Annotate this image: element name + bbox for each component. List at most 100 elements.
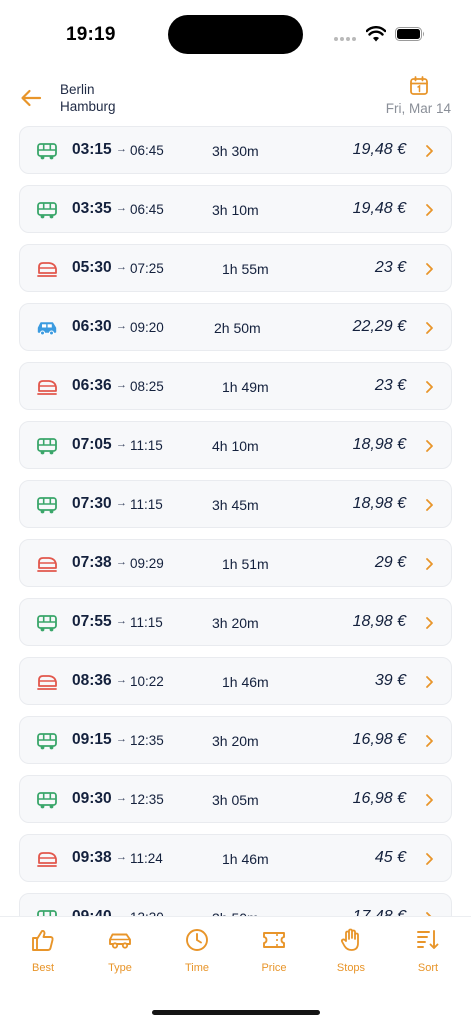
trip-duration: 3h 10m [212, 202, 259, 218]
route-summary: Berlin Hamburg [60, 81, 116, 115]
trip-price: 18,98 € [352, 436, 406, 453]
back-button[interactable] [18, 86, 44, 110]
arrival-time: 07:25 [130, 261, 164, 276]
departure-time: 09:38 [72, 849, 112, 866]
arrow-right-icon: → [116, 202, 127, 214]
tab-label: Sort [417, 962, 439, 974]
train-icon [36, 554, 58, 574]
departure-time: 09:30 [72, 790, 112, 807]
departure-time: 07:38 [72, 554, 112, 571]
departure-time: 06:36 [72, 377, 112, 394]
arrow-left-icon [21, 89, 42, 107]
arrow-right-icon: → [116, 320, 127, 332]
dynamic-island [168, 15, 303, 54]
travel-date: Fri, Mar 14 [385, 101, 451, 116]
trip-price: 39 € [374, 672, 406, 689]
arrival-time: 11:15 [130, 615, 163, 630]
trip-row[interactable]: 06:36 → 08:25 1h 49m 23 € [19, 362, 452, 410]
wifi-icon [366, 26, 386, 42]
header: Berlin Hamburg Fri, Mar 14 [0, 70, 471, 128]
origin-city: Berlin [60, 82, 95, 97]
arrival-time: 09:29 [130, 556, 164, 571]
tab-sort[interactable]: Sort [398, 927, 458, 987]
trip-duration: 1h 46m [222, 674, 269, 690]
departure-time: 03:15 [72, 141, 112, 158]
bus-icon [36, 613, 58, 633]
sort-icon [398, 927, 458, 953]
calendar-button[interactable] [409, 75, 429, 97]
arrival-time: 11:24 [130, 851, 163, 866]
chevron-right-icon [424, 380, 434, 394]
tab-label: Price [261, 962, 287, 974]
chevron-right-icon [424, 616, 434, 630]
departure-time: 07:55 [72, 613, 112, 630]
battery-icon [395, 27, 424, 41]
trip-row[interactable]: 07:38 → 09:29 1h 51m 29 € [19, 539, 452, 587]
trip-price: 16,98 € [352, 731, 406, 748]
arrival-time: 11:15 [130, 497, 163, 512]
trip-price: 19,48 € [352, 200, 406, 217]
trip-price: 45 € [374, 849, 406, 866]
bus-icon [36, 790, 58, 810]
trip-row[interactable]: 05:30 → 07:25 1h 55m 23 € [19, 244, 452, 292]
arrow-right-icon: → [116, 379, 127, 391]
departure-time: 03:35 [72, 200, 112, 217]
car-icon [36, 318, 58, 338]
trip-price: 23 € [374, 377, 406, 394]
bus-icon [36, 908, 58, 916]
hand-icon [321, 927, 381, 953]
departure-time: 07:30 [72, 495, 112, 512]
arrow-right-icon: → [116, 497, 127, 509]
bus-icon [36, 731, 58, 751]
trip-duration: 3h 20m [212, 615, 259, 631]
trip-row[interactable]: 03:15 → 06:45 3h 30m 19,48 € [19, 126, 452, 174]
arrival-time: 06:45 [130, 143, 164, 158]
trip-row[interactable]: 07:55 → 11:15 3h 20m 18,98 € [19, 598, 452, 646]
bus-icon [36, 200, 58, 220]
cellular-signal-icon [334, 37, 356, 41]
trip-row[interactable]: 09:15 → 12:35 3h 20m 16,98 € [19, 716, 452, 764]
trip-row[interactable]: 08:36 → 10:22 1h 46m 39 € [19, 657, 452, 705]
arrow-right-icon: → [116, 615, 127, 627]
trip-price: 19,48 € [352, 141, 406, 158]
tab-type[interactable]: Type [90, 927, 150, 987]
arrival-time: 09:20 [130, 320, 164, 335]
arrow-right-icon: → [116, 556, 127, 568]
arrival-time: 12:35 [130, 792, 164, 807]
tab-label: Best [31, 962, 54, 974]
chevron-right-icon [424, 262, 434, 276]
tab-label: Type [108, 962, 132, 974]
tab-best[interactable]: Best [13, 927, 73, 987]
thumbs-up-icon [13, 927, 73, 953]
trip-row[interactable]: 03:35 → 06:45 3h 10m 19,48 € [19, 185, 452, 233]
tab-price[interactable]: Price [244, 927, 304, 987]
chevron-right-icon [424, 144, 434, 158]
chevron-right-icon [424, 498, 434, 512]
trip-row[interactable]: 07:30 → 11:15 3h 45m 18,98 € [19, 480, 452, 528]
tab-label: Stops [336, 962, 366, 974]
trip-price: 18,98 € [352, 613, 406, 630]
trip-row[interactable]: 07:05 → 11:15 4h 10m 18,98 € [19, 421, 452, 469]
arrival-time: 06:45 [130, 202, 164, 217]
arrow-right-icon: → [116, 674, 127, 686]
trip-price: 22,29 € [352, 318, 406, 335]
status-bar: 19:19 [0, 0, 471, 70]
home-indicator [152, 1010, 320, 1015]
departure-time: 09:40 [72, 908, 112, 916]
departure-time: 08:36 [72, 672, 112, 689]
trip-row[interactable]: 09:30 → 12:35 3h 05m 16,98 € [19, 775, 452, 823]
arrow-right-icon: → [116, 733, 127, 745]
clock-icon [167, 927, 227, 953]
trip-row[interactable]: 09:38 → 11:24 1h 46m 45 € [19, 834, 452, 882]
departure-time: 07:05 [72, 436, 112, 453]
arrival-time: 08:25 [130, 379, 164, 394]
ticket-icon [244, 927, 304, 953]
trip-row[interactable]: 06:30 → 09:20 2h 50m 22,29 € [19, 303, 452, 351]
trip-results-list[interactable]: 03:15 → 06:45 3h 30m 19,48 €03:35 → 06:45 3h 10… [0, 126, 471, 916]
trip-row[interactable]: 09:40→13:303h 50m17,48 € [19, 893, 452, 916]
car-icon [90, 927, 150, 953]
tab-stops[interactable]: Stops [321, 927, 381, 987]
departure-time: 05:30 [72, 259, 112, 276]
tab-time[interactable]: Time [167, 927, 227, 987]
train-icon [36, 259, 58, 279]
